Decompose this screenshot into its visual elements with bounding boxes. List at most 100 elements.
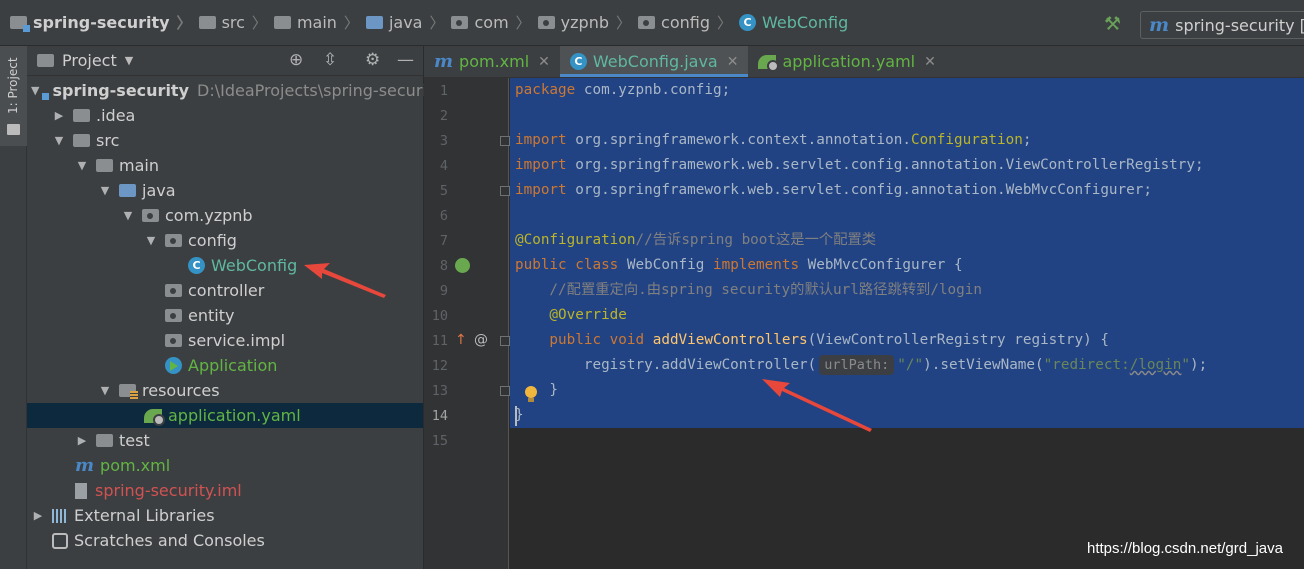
spring-boot-application-icon [165, 357, 182, 374]
project-panel: Project ▼ ⊕ ⇳ ⚙ — ▼ spring-security D:\I… [27, 46, 443, 569]
breadcrumb-item-webconfig[interactable]: C WebConfig [739, 13, 848, 32]
expand-arrow-icon[interactable]: ▼ [121, 209, 135, 222]
breadcrumb-item-src[interactable]: src 〉 [198, 12, 274, 33]
expand-arrow-icon[interactable]: ▼ [98, 184, 112, 197]
tree-item-java[interactable]: ▼ java [27, 178, 423, 203]
library-icon [52, 508, 68, 523]
chevron-right-icon: 〉 [429, 14, 445, 32]
project-tree: ▼ spring-security D:\IdeaProjects\spring… [27, 78, 443, 553]
tree-item-application-yaml[interactable]: application.yaml [27, 403, 423, 428]
breadcrumb-item-java[interactable]: java 〉 [365, 12, 452, 33]
code-line-9: //配置重定向.由spring security的默认url路径跳转到/logi… [515, 282, 982, 298]
line-number: 14 [431, 408, 448, 424]
line-number: 12 [431, 358, 448, 374]
collapse-arrow-icon[interactable]: ▶ [52, 109, 66, 122]
resources-folder-icon [119, 384, 138, 399]
tree-item-config[interactable]: ▼ config [27, 228, 423, 253]
source-folder-icon [365, 16, 383, 29]
collapse-arrow-icon[interactable]: ▶ [31, 509, 45, 522]
locate-icon[interactable]: ⊕ [289, 50, 303, 70]
folder-icon [7, 124, 20, 135]
project-icon [37, 54, 54, 67]
tree-item-src[interactable]: ▼ src [27, 128, 423, 153]
tree-item-com-yzpnb[interactable]: ▼ com.yzpnb [27, 203, 423, 228]
tab-application-yaml[interactable]: application.yaml ✕ [748, 46, 945, 77]
breadcrumb-item-project[interactable]: spring-security 〉 [10, 12, 199, 33]
tree-item-idea[interactable]: ▶ .idea [27, 103, 423, 128]
code-line-7: @Configuration//告诉spring boot这是一个配置类 [515, 232, 877, 248]
override-method-icon[interactable]: ↑ [455, 332, 467, 348]
maven-icon: m [434, 51, 454, 72]
expand-arrow-icon[interactable]: ▼ [144, 234, 158, 247]
expand-arrow-icon[interactable]: ▼ [98, 384, 112, 397]
line-number: 15 [431, 433, 448, 449]
tree-item-spring-security[interactable]: ▼ spring-security D:\IdeaProjects\spring… [27, 78, 443, 103]
expand-arrow-icon[interactable]: ▼ [31, 84, 39, 97]
tab-webconfig-java[interactable]: C WebConfig.java ✕ [559, 46, 749, 77]
breadcrumb-item-config[interactable]: config 〉 [638, 12, 739, 33]
chevron-right-icon: 〉 [616, 14, 632, 32]
tree-item-controller[interactable]: controller [27, 278, 423, 303]
close-icon[interactable]: ✕ [727, 54, 739, 70]
fold-marker-icon[interactable] [500, 336, 510, 346]
tree-item-iml[interactable]: spring-security.iml [27, 478, 423, 503]
tree-item-main[interactable]: ▼ main [27, 153, 423, 178]
chevron-down-icon[interactable]: ▼ [125, 54, 133, 67]
class-icon: C [569, 53, 587, 70]
fold-marker-icon[interactable] [500, 136, 510, 146]
code-line-11: public void addViewControllers(ViewContr… [515, 332, 1109, 348]
run-configuration-select[interactable]: m spring-security [cl [1140, 11, 1304, 39]
code-line-5: import org.springframework.web.servlet.c… [515, 182, 1152, 198]
code-line-4: import org.springframework.web.servlet.c… [515, 157, 1204, 173]
intention-bulb-icon[interactable] [525, 383, 537, 402]
tree-item-test[interactable]: ▶ test [27, 428, 423, 453]
project-view-selector[interactable]: Project [62, 51, 117, 70]
close-icon[interactable]: ✕ [538, 54, 550, 70]
watermark: https://blog.csdn.net/grd_java [1087, 540, 1283, 557]
expand-arrow-icon[interactable]: ▼ [75, 159, 89, 172]
folder-icon [96, 434, 113, 447]
tree-item-resources[interactable]: ▼ resources [27, 378, 423, 403]
tree-item-service-impl[interactable]: service.impl [27, 328, 423, 353]
code-editor[interactable]: package com.yzpnb.config; import org.spr… [510, 78, 1304, 569]
fold-marker-icon[interactable] [500, 186, 510, 196]
spring-bean-icon[interactable] [455, 258, 470, 273]
tree-item-scratches[interactable]: Scratches and Consoles [27, 528, 423, 553]
folder-icon [273, 16, 291, 29]
tree-item-application[interactable]: Application [27, 353, 423, 378]
package-icon [537, 16, 555, 29]
expand-arrow-icon[interactable]: ▼ [52, 134, 66, 147]
close-icon[interactable]: ✕ [924, 54, 936, 70]
line-number: 10 [431, 308, 448, 324]
tree-item-webconfig[interactable]: C WebConfig [27, 253, 423, 278]
collapse-all-icon[interactable]: ⇳ [323, 50, 337, 70]
fold-marker-icon[interactable] [500, 386, 510, 396]
chevron-right-icon: 〉 [515, 14, 531, 32]
build-hammer-icon[interactable]: ⚒ [1104, 13, 1121, 35]
source-folder-icon [119, 184, 136, 197]
line-number: 2 [439, 108, 448, 124]
package-icon [142, 209, 159, 222]
tree-item-pom-xml[interactable]: m pom.xml [27, 453, 423, 478]
code-line-1: package com.yzpnb.config; [515, 82, 731, 98]
yaml-file-icon [758, 54, 780, 72]
collapse-arrow-icon[interactable]: ▶ [75, 434, 89, 447]
package-icon [165, 309, 182, 322]
package-icon [638, 16, 656, 29]
breadcrumb-item-yzpnb[interactable]: yzpnb 〉 [537, 12, 638, 33]
breadcrumb-item-com[interactable]: com 〉 [451, 12, 537, 33]
class-icon: C [739, 14, 756, 31]
at-annotation-icon[interactable]: @ [474, 332, 488, 348]
line-number: 5 [439, 183, 448, 199]
gear-icon[interactable]: ⚙ [365, 50, 380, 70]
tree-item-external-libraries[interactable]: ▶ External Libraries [27, 503, 423, 528]
line-number: 6 [439, 208, 448, 224]
hide-icon[interactable]: — [397, 50, 414, 70]
tab-pom-xml[interactable]: m pom.xml ✕ [424, 46, 560, 77]
project-tool-window-button[interactable]: 1: Project [0, 46, 27, 146]
editor-tabs: m pom.xml ✕ C WebConfig.java ✕ applicati… [424, 46, 1304, 78]
chevron-right-icon: 〉 [176, 14, 192, 32]
module-file-icon [75, 482, 87, 499]
tree-item-entity[interactable]: entity [27, 303, 423, 328]
breadcrumb-item-main[interactable]: main 〉 [273, 12, 366, 33]
